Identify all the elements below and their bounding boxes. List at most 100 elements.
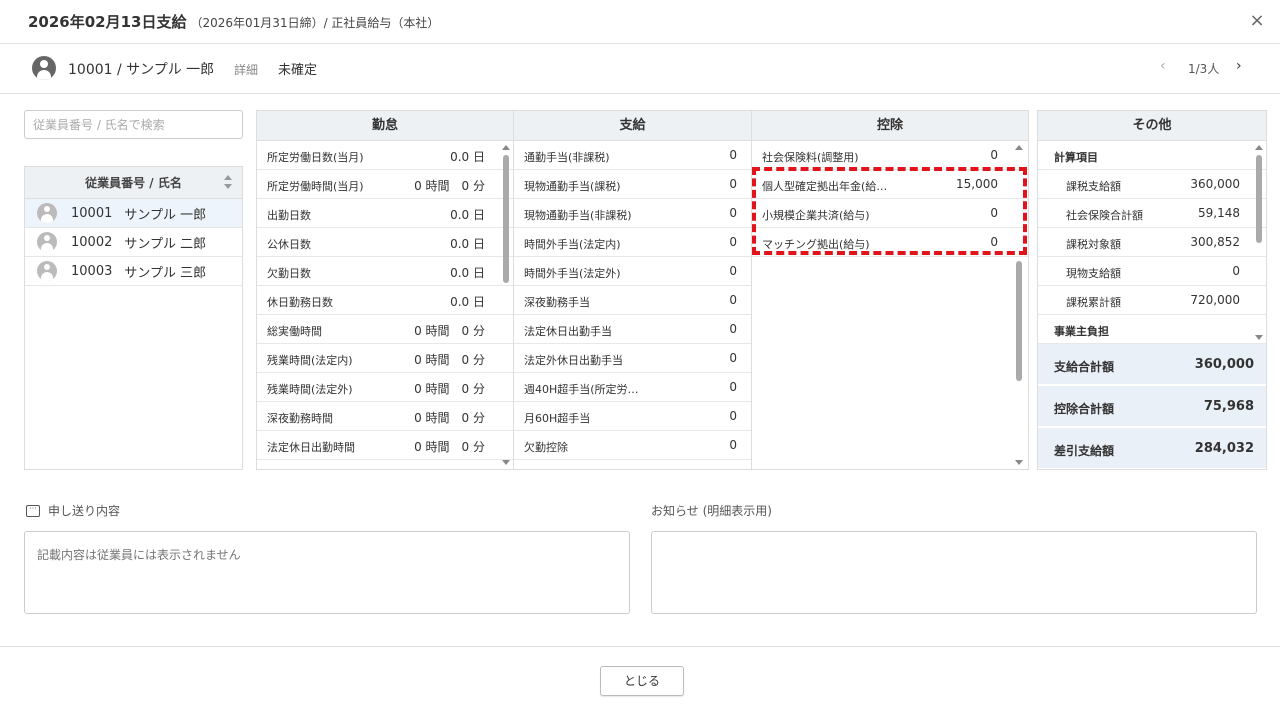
notice-label: お知らせ (明細表示用): [651, 504, 772, 518]
employee-list-item[interactable]: 10001 サンプル 一郎: [25, 199, 242, 228]
kintai-row-value: 0 時間 0 分: [414, 353, 485, 367]
shikyu-row-value: 0: [729, 322, 737, 336]
shikyu-row: 週40H超手当(所定労… 0: [514, 373, 751, 402]
employee-id: 10002: [71, 234, 113, 250]
search-input[interactable]: [24, 110, 243, 139]
scroll-thumb[interactable]: [1016, 261, 1022, 381]
shikyu-row-value: 0: [729, 206, 737, 220]
kojo-panel: 控除 社会保険料(調整用) 0 個人型確定拠出年金(給… 15,000 小規模企業共済(…: [751, 110, 1029, 470]
shikyu-panel: 支給 通勤手当(非課税) 0 現物通勤手当(課税) 0 現物通勤手当(非課税) 0 時間外手…: [513, 110, 752, 470]
kintai-scrollbar[interactable]: [501, 141, 511, 469]
scroll-up-icon[interactable]: [1255, 145, 1263, 150]
kintai-header: 勤怠: [257, 111, 513, 141]
kintai-row-label: 深夜勤務時間: [267, 412, 333, 425]
shikyu-row-label: 現物通勤手当(課税): [524, 180, 621, 193]
scroll-down-icon[interactable]: [502, 460, 510, 465]
sonota-row-label: 課税支給額: [1066, 180, 1121, 193]
sonota-row-value: 720,000: [1190, 293, 1240, 307]
scroll-down-icon[interactable]: [1255, 335, 1263, 340]
shikyu-row: 時間外手当(法定外) 0: [514, 257, 751, 286]
employee-list-header[interactable]: 従業員番号 / 氏名: [25, 167, 242, 199]
kintai-row-label: 欠勤日数: [267, 267, 311, 280]
sonota-scrollbar[interactable]: [1254, 141, 1264, 344]
kintai-row-label: 遅刻時間: [267, 468, 311, 469]
sonota-row: 現物支給額 0: [1038, 257, 1266, 286]
shikyu-row-label: 通勤手当(非課税): [524, 151, 610, 164]
memo-textarea[interactable]: [24, 531, 630, 614]
scroll-down-icon[interactable]: [1015, 460, 1023, 465]
shikyu-row-label: 時間外手当(法定外): [524, 267, 621, 280]
kintai-row-value: 0.0 日: [450, 237, 485, 251]
total-value: 284,032: [1194, 441, 1254, 456]
employee-list: 従業員番号 / 氏名 10001 サンプル 一郎 10002 サンプル 二郎 10003…: [24, 166, 243, 470]
memo-label-text: 申し送り内容: [48, 504, 121, 518]
kintai-row-value: 0.0 日: [450, 208, 485, 222]
sonota-row-label: 計算項目: [1054, 151, 1098, 164]
status-label: 未確定: [278, 63, 318, 78]
close-icon[interactable]: ×: [1246, 10, 1268, 32]
shikyu-row-label: 月60H超手当: [524, 412, 591, 425]
sonota-row: 事業主負担: [1038, 315, 1266, 344]
kintai-row: 欠勤日数 0.0 日: [257, 257, 513, 286]
employee-list-item[interactable]: 10003 サンプル 三郎: [25, 257, 242, 286]
shikyu-row: 欠勤控除 0: [514, 431, 751, 460]
page-title: 2026年02月13日支給 （2026年01月31日締）/ 正社員給与（本社）: [28, 11, 439, 32]
shikyu-row: 法定休日出勤手当 0: [514, 315, 751, 344]
kojo-scrollbar[interactable]: [1014, 141, 1024, 469]
kintai-row-value: 0 時間 0 分: [414, 467, 485, 469]
sonota-header: その他: [1038, 111, 1266, 141]
total-row: 控除合計額 75,968: [1038, 386, 1266, 428]
scroll-up-icon[interactable]: [1015, 145, 1023, 150]
kintai-row-value: 0 時間 0 分: [414, 382, 485, 396]
kintai-row: 休日勤務日数 0.0 日: [257, 286, 513, 315]
kojo-row: 個人型確定拠出年金(給… 15,000: [752, 170, 1028, 199]
employee-list-item[interactable]: 10002 サンプル 二郎: [25, 228, 242, 257]
chevron-left-icon[interactable]: ‹: [1160, 58, 1166, 74]
kintai-row-value: 0.0 日: [450, 150, 485, 164]
employee-name: サンプル 三郎: [124, 265, 207, 281]
kojo-header: 控除: [752, 111, 1028, 141]
sonota-panel: その他 計算項目 課税支給額 360,000 社会保険合計額 59,148 課税対象額 30…: [1037, 110, 1267, 470]
kojo-row-label: マッチング拠出(給与): [762, 238, 870, 251]
shikyu-row-value: 0: [729, 177, 737, 191]
total-row: 差引支給額 284,032: [1038, 428, 1266, 469]
shikyu-row-value: 0: [729, 409, 737, 423]
avatar-icon: [37, 203, 57, 223]
kintai-row-label: 法定休日出勤時間: [267, 441, 355, 454]
kojo-row-value: 0: [990, 206, 998, 220]
kintai-row: 所定労働時間(当月) 0 時間 0 分: [257, 170, 513, 199]
shikyu-row-value: 0: [729, 148, 737, 162]
kojo-row-label: 個人型確定拠出年金(給…: [762, 180, 888, 193]
scroll-thumb[interactable]: [503, 155, 509, 283]
sonota-row: 課税累計額 720,000: [1038, 286, 1266, 315]
kojo-row-value: 0: [990, 148, 998, 162]
sort-icon[interactable]: [224, 173, 232, 191]
employee-id: 10003: [71, 263, 113, 279]
shikyu-row-label: 週40H超手当(所定労…: [524, 383, 639, 396]
employee-name: 10001 / サンプル 一郎: [68, 62, 215, 78]
kojo-row-value: 0: [990, 235, 998, 249]
kintai-row-value: 0 時間 0 分: [414, 179, 485, 193]
shikyu-row-label: 法定休日出勤手当: [524, 325, 612, 338]
shikyu-row-value: 0: [729, 380, 737, 394]
kintai-row: 公休日数 0.0 日: [257, 228, 513, 257]
shikyu-row-value: 0: [729, 293, 737, 307]
kintai-row-label: 残業時間(法定外): [267, 383, 353, 396]
shikyu-row-value: 0: [729, 351, 737, 365]
shikyu-row: 通勤手当(非課税) 0: [514, 141, 751, 170]
close-button[interactable]: とじる: [600, 666, 684, 696]
employee-name: サンプル 一郎: [124, 207, 207, 223]
total-value: 75,968: [1203, 399, 1254, 414]
sonota-row-value: 300,852: [1190, 235, 1240, 249]
total-value: 360,000: [1194, 357, 1254, 372]
kintai-row: 出勤日数 0.0 日: [257, 199, 513, 228]
scroll-up-icon[interactable]: [502, 145, 510, 150]
shikyu-row: 月60H超手当 0: [514, 402, 751, 431]
sonota-calc-list: 計算項目 課税支給額 360,000 社会保険合計額 59,148 課税対象額 300,85…: [1038, 141, 1266, 344]
detail-link[interactable]: 詳細: [234, 61, 258, 78]
scroll-thumb[interactable]: [1256, 155, 1262, 243]
shikyu-row-label: 深夜勤務手当: [524, 296, 590, 309]
employee-list-header-label: 従業員番号 / 氏名: [85, 176, 182, 190]
chevron-right-icon[interactable]: ›: [1236, 58, 1242, 74]
notice-textarea[interactable]: [651, 531, 1257, 614]
